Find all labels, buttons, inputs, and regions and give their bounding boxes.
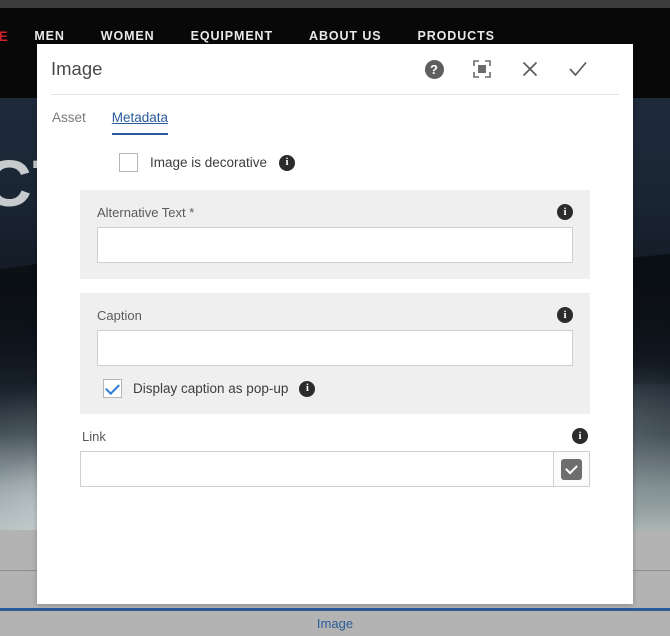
fullscreen-icon [473,60,491,78]
caption-popup-checkbox[interactable] [103,379,122,398]
close-button[interactable] [519,58,541,80]
alternative-text-label: Alternative Text * [97,204,195,220]
alternative-text-panel: Alternative Text * i [80,190,590,279]
image-decorative-checkbox[interactable] [119,153,138,172]
site-brand-fragment[interactable]: ICE [0,29,34,44]
nav-link-men[interactable]: MEN [34,29,64,43]
info-icon-caption[interactable]: i [557,307,573,323]
confirm-button[interactable] [567,58,589,80]
link-input[interactable] [80,451,553,487]
dialog-tabs: Asset Metadata [37,95,633,135]
nav-link-about-us[interactable]: ABOUT US [309,29,381,43]
component-status-label: Image [316,616,354,631]
alternative-text-input[interactable] [97,227,573,263]
dialog-title: Image [51,58,103,79]
caption-label: Caption [97,307,142,323]
caption-popup-label: Display caption as pop-up [133,381,289,396]
dialog-header: Image ? [37,44,633,94]
help-icon: ? [424,59,444,79]
link-block: Link i [80,428,590,487]
browser-top-strip [0,0,670,8]
checkmark-icon [569,61,587,77]
alternative-text-label-row: Alternative Text * i [97,204,573,220]
close-icon [522,61,538,77]
caption-popup-row: Display caption as pop-up i [97,379,573,398]
component-status-bar[interactable]: Image [0,608,670,636]
tab-metadata[interactable]: Metadata [111,110,169,135]
link-input-row [80,451,590,487]
fullscreen-button[interactable] [471,58,493,80]
image-decorative-label: Image is decorative [150,155,268,170]
link-label: Link [82,428,106,444]
caption-input[interactable] [97,330,573,366]
info-icon-link[interactable]: i [572,428,588,444]
link-picker-button[interactable] [553,451,590,487]
dialog-body: Image is decorative i Alternative Text *… [37,135,633,487]
info-icon-decorative[interactable]: i [279,154,296,171]
help-button[interactable]: ? [423,58,445,80]
checkmark-square-icon [561,458,582,480]
image-properties-dialog: Image ? Asset Metadata Image is decorati… [37,44,633,604]
nav-link-products[interactable]: PRODUCTS [418,29,495,43]
screen: CT ICE MEN WOMEN EQUIPMENT ABOUT US PROD… [0,0,670,636]
nav-link-equipment[interactable]: EQUIPMENT [191,29,273,43]
link-label-row: Link i [80,428,590,444]
tab-asset[interactable]: Asset [52,110,86,135]
dialog-action-bar: ? [423,58,619,80]
image-decorative-row: Image is decorative i [80,153,590,172]
info-icon-caption-popup[interactable]: i [299,380,316,397]
caption-panel: Caption i Display caption as pop-up i [80,293,590,414]
caption-label-row: Caption i [97,307,573,323]
info-icon-alternative-text[interactable]: i [557,204,573,220]
nav-link-women[interactable]: WOMEN [101,29,155,43]
